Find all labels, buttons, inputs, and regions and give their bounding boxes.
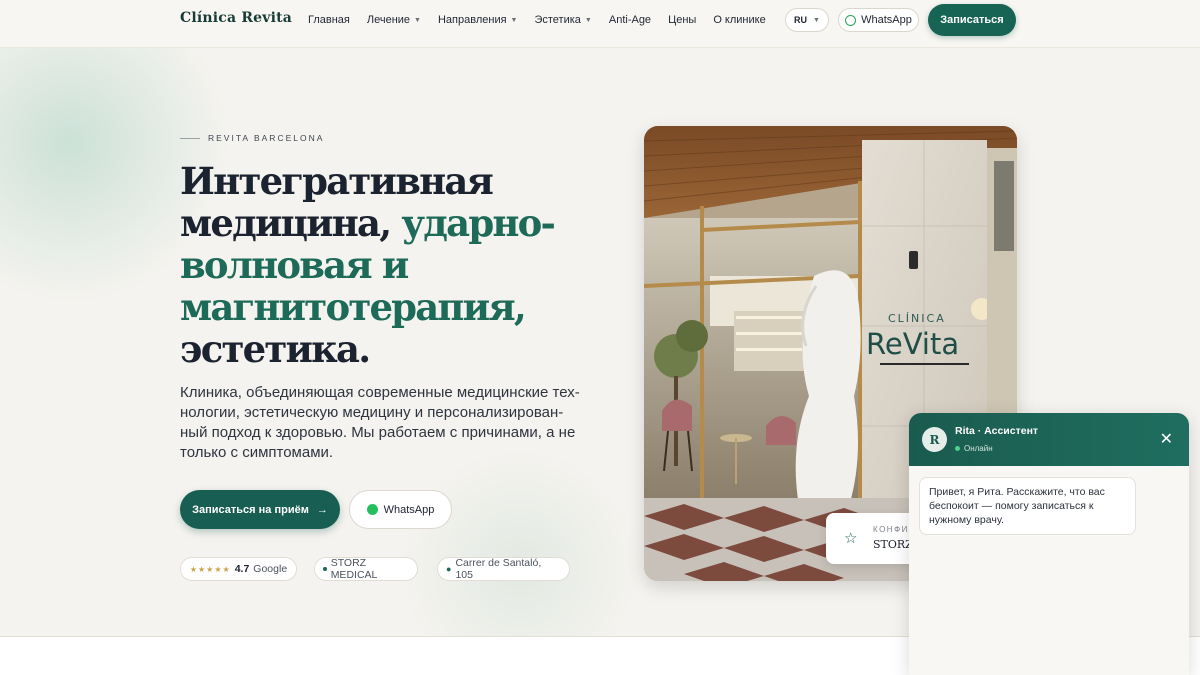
language-label: RU (794, 15, 808, 25)
nav-label: Эстетика (534, 14, 581, 26)
address-text: Carrer de Santaló, 105 (455, 557, 542, 581)
sign-small: CLÍNICA (888, 312, 946, 325)
arrow-right-icon: → (316, 503, 328, 516)
sign-large: ReVita (866, 327, 959, 361)
rating-badge: ★★★★★ 4.7 Google (180, 557, 297, 581)
book-appointment-button[interactable]: Записаться на приём → (180, 490, 340, 529)
site-header: Clínica Revita Главная Лечение ▼ Направле… (0, 0, 1200, 48)
whatsapp-icon (845, 14, 857, 26)
close-icon[interactable]: ✕ (1160, 429, 1173, 449)
nav-label: О клинике (713, 14, 766, 26)
chat-widget: R Rita · Ассистент Онлайн ✕ Привет, я Ри… (909, 413, 1189, 675)
address-badge[interactable]: ● Carrer de Santaló, 105 (437, 557, 570, 581)
headline-part-2: эстетика. (180, 327, 371, 371)
nav-label: Главная (308, 14, 350, 26)
whatsapp-icon (366, 504, 378, 515)
assistant-status: Онлайн (955, 444, 993, 453)
partner-name: STORZ MEDICAL (330, 557, 378, 581)
nav-label: Лечение (366, 14, 411, 26)
book-header-button[interactable]: Записаться (928, 4, 1016, 36)
logo[interactable]: Clínica Revita (180, 10, 292, 26)
nav-item-directions[interactable]: Направления ▼ (438, 14, 518, 26)
whatsapp-header-button[interactable]: WhatsApp (838, 8, 919, 32)
whatsapp-hero-button[interactable]: WhatsApp (349, 490, 452, 529)
rating-source: Google (253, 563, 288, 575)
partner-badge: STORZ MEDICAL (314, 557, 418, 581)
status-text: Онлайн (964, 444, 993, 453)
online-dot-icon (955, 446, 960, 451)
nav-label: Цены (668, 14, 697, 26)
cta-label: Записаться на приём (192, 503, 309, 516)
star-rating-icon: ★★★★★ (189, 564, 231, 574)
assistant-message: Привет, я Рита. Расскажите, что вас бес­… (919, 477, 1136, 535)
nav-label: Направления (437, 14, 507, 26)
assistant-avatar: R (922, 427, 947, 452)
assistant-name: Rita · Ассистент (955, 425, 1039, 437)
map-pin-icon: ● (446, 564, 452, 574)
nav-item-home[interactable]: Главная (308, 14, 350, 26)
nav-item-prices[interactable]: Цены (668, 14, 696, 26)
whatsapp-label: WhatsApp (383, 503, 435, 516)
nav-item-treatment[interactable]: Лечение ▼ (367, 14, 421, 26)
nav-label: Anti-Age (608, 14, 652, 26)
chat-header: R Rita · Ассистент Онлайн ✕ (909, 413, 1189, 466)
chevron-down-icon: ▼ (414, 16, 421, 24)
chevron-down-icon: ▼ (813, 16, 820, 24)
main-nav: Главная Лечение ▼ Направления ▼ Эстетика ▼ … (308, 14, 766, 26)
storz-card-value: STORZ (873, 538, 913, 551)
nav-item-about[interactable]: О клинике (713, 14, 765, 26)
chevron-down-icon: ▼ (584, 16, 592, 24)
nav-item-anti-age[interactable]: Anti-Age (609, 14, 651, 26)
hero-lead: Клиника, объединяющая современные медици… (180, 384, 580, 461)
dot-icon (323, 567, 327, 571)
eyebrow-text: REVITA BARCELONA (208, 133, 325, 143)
star-outline-icon: ☆ (844, 530, 858, 547)
chevron-down-icon: ▼ (510, 16, 518, 24)
whatsapp-label: WhatsApp (861, 14, 912, 26)
hero-headline: Интегративная медицина, ударно-волновая … (180, 160, 580, 370)
eyebrow-divider (180, 137, 200, 139)
language-switcher[interactable]: RU ▼ (785, 8, 829, 32)
hero-eyebrow: REVITA BARCELONA (180, 133, 324, 143)
rating-value: 4.7 (234, 563, 250, 575)
nav-item-aesthetics[interactable]: Эстетика ▼ (534, 14, 591, 26)
